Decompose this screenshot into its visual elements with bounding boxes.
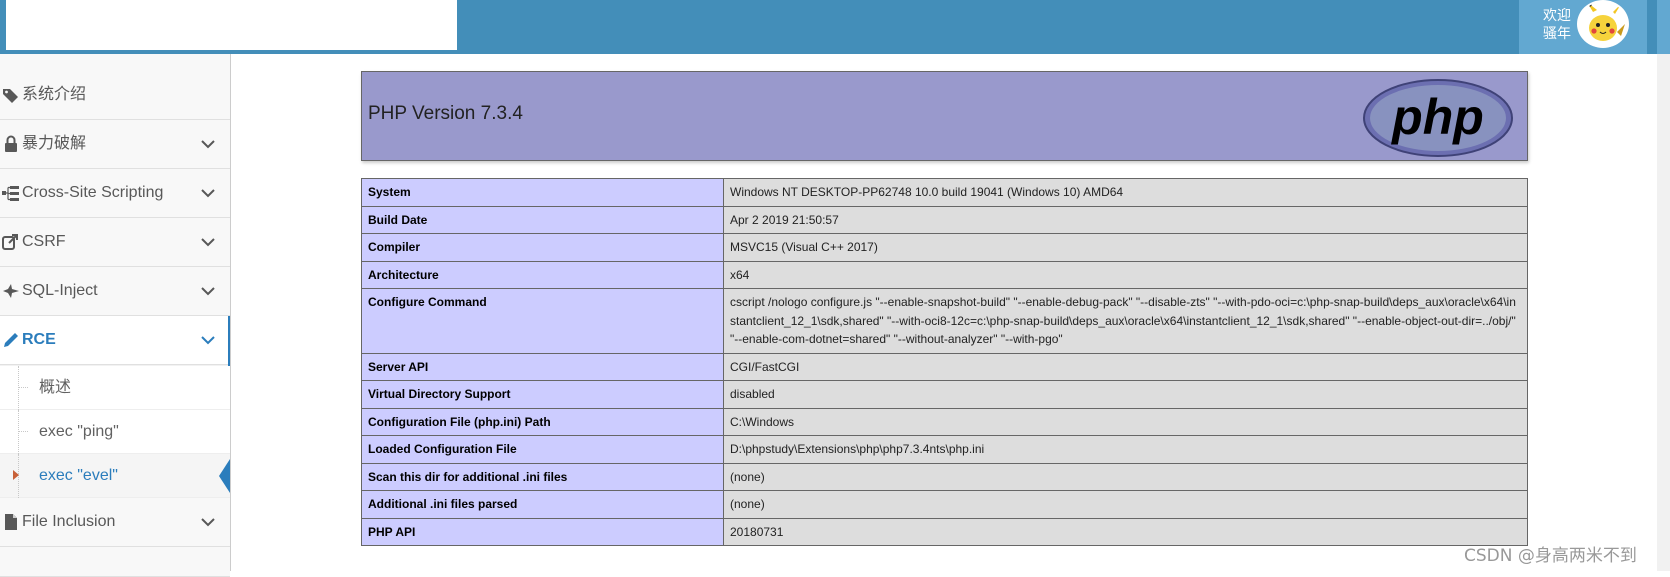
table-row: Compiler MSVC15 (Visual C++ 2017) — [361, 233, 1528, 262]
table-row: Build Date Apr 2 2019 21:50:57 — [361, 205, 1528, 234]
pencil-icon — [2, 331, 20, 349]
sidebar-item-label: Cross-Site Scripting — [22, 184, 164, 201]
sidebar-subitem-label: exec "ping" — [39, 423, 119, 440]
sidebar: 系统介绍 暴力破解 Cross-Site Scripting CSRF SQL-… — [0, 54, 231, 577]
chevron-down-icon — [200, 136, 216, 152]
sidebar-item-label: CSRF — [22, 233, 66, 250]
sidebar-item-file-inclusion[interactable]: File Inclusion — [0, 498, 230, 547]
chevron-down-icon — [200, 185, 216, 201]
config-value: (none) — [723, 490, 1528, 519]
sidebar-subitem-exec-evel[interactable]: exec "evel" — [0, 454, 230, 498]
config-key: Build Date — [361, 205, 724, 234]
sidebar-top-strip — [0, 54, 230, 72]
lock-icon — [2, 135, 20, 153]
phpinfo-header: PHP Version 7.3.4 php — [361, 71, 1528, 161]
config-key: Additional .ini files parsed — [361, 490, 724, 519]
tree-tick — [18, 387, 28, 388]
sidebar-subitem-label: 概述 — [39, 379, 72, 396]
sidebar-item-label: File Inclusion — [22, 513, 116, 530]
table-row: System Windows NT DESKTOP-PP62748 10.0 bu… — [361, 178, 1528, 207]
tags-icon — [2, 86, 20, 104]
config-value: x64 — [723, 260, 1528, 289]
config-key: Compiler — [361, 233, 724, 262]
sidebar-item-rce[interactable]: RCE — [0, 316, 230, 366]
caret-right-icon — [13, 470, 19, 480]
header-scroll-strip — [1657, 0, 1670, 54]
fighter-jet-icon — [2, 282, 20, 300]
sidebar-item-sql-inject[interactable]: SQL-Inject — [0, 267, 230, 316]
config-value: C:\Windows — [723, 407, 1528, 436]
sidebar-item-label: SQL-Inject — [22, 282, 98, 299]
table-row: Configure Command cscript /nologo configu… — [361, 288, 1528, 354]
sidebar-item-label: 暴力破解 — [22, 135, 87, 152]
php-logo-icon: php — [1362, 78, 1514, 158]
sitemap-icon — [2, 184, 20, 202]
username: 骚年 — [1543, 25, 1571, 41]
config-key: System — [361, 178, 724, 207]
sidebar-item-label: RCE — [22, 331, 56, 348]
sidebar-item-next[interactable] — [0, 547, 230, 577]
table-row: Architecture x64 — [361, 260, 1528, 289]
config-value: CGI/FastCGI — [723, 352, 1528, 381]
config-key: Loaded Configuration File — [361, 435, 724, 464]
config-value: cscript /nologo configure.js "--enable-s… — [723, 288, 1528, 354]
chevron-down-icon — [200, 283, 216, 299]
table-row: Server API CGI/FastCGI — [361, 352, 1528, 381]
sidebar-item-label: 系统介绍 — [22, 86, 87, 103]
config-key: PHP API — [361, 517, 724, 546]
pikachu-avatar-icon — [1579, 2, 1627, 46]
table-row: Additional .ini files parsed (none) — [361, 490, 1528, 519]
config-value: D:\phpstudy\Extensions\php\php7.3.4nts\p… — [723, 435, 1528, 464]
main-content: PHP Version 7.3.4 php System Windows NT D… — [231, 54, 1657, 571]
table-row: Scan this dir for additional .ini files(… — [361, 462, 1528, 491]
sidebar-subitem-label: exec "evel" — [39, 467, 118, 484]
config-key: Architecture — [361, 260, 724, 289]
table-row: Configuration File (php.ini) Path C:\Wind… — [361, 407, 1528, 436]
file-icon — [2, 513, 20, 531]
tree-tick — [18, 431, 28, 432]
sidebar-item-brute-force[interactable]: 暴力破解 — [0, 120, 230, 169]
page-title: PHP Version 7.3.4 — [368, 103, 523, 124]
chevron-down-icon — [200, 234, 216, 250]
share-icon — [2, 233, 20, 251]
config-value: MSVC15 (Visual C++ 2017) — [723, 233, 1528, 262]
sidebar-item-intro[interactable]: 系统介绍 — [0, 71, 230, 120]
active-pointer-icon — [219, 459, 230, 493]
phpinfo-table: System Windows NT DESKTOP-PP62748 10.0 bu… — [361, 178, 1528, 546]
brand-logo-area[interactable] — [6, 0, 457, 50]
config-key: Configuration File (php.ini) Path — [361, 407, 724, 436]
config-value: (none) — [723, 462, 1528, 491]
config-key: Scan this dir for additional .ini files — [361, 462, 724, 491]
svg-text:php: php — [1390, 89, 1484, 145]
config-key: Configure Command — [361, 288, 724, 354]
watermark: CSDN @身高两米不到 — [1464, 546, 1637, 566]
tree-line — [18, 410, 20, 454]
welcome-text: 欢迎 — [1543, 7, 1571, 23]
table-row: Virtual Directory Support disabled — [361, 380, 1528, 409]
config-value: disabled — [723, 380, 1528, 409]
sidebar-item-csrf[interactable]: CSRF — [0, 218, 230, 267]
page-scrollbar[interactable] — [1657, 54, 1670, 571]
tree-line — [18, 366, 20, 410]
config-value: 20180731 — [723, 517, 1528, 546]
config-key: Virtual Directory Support — [361, 380, 724, 409]
sidebar-subitem-overview[interactable]: 概述 — [0, 366, 230, 410]
chevron-down-icon — [200, 514, 216, 530]
config-key: Server API — [361, 352, 724, 381]
sidebar-subitem-exec-ping[interactable]: exec "ping" — [0, 410, 230, 454]
user-welcome[interactable]: 欢迎 骚年 — [1543, 6, 1571, 42]
table-row: Loaded Configuration File D:\phpstudy\Ext… — [361, 435, 1528, 464]
table-row: PHP API 20180731 — [361, 517, 1528, 546]
avatar[interactable] — [1577, 0, 1629, 48]
sidebar-item-xss[interactable]: Cross-Site Scripting — [0, 169, 230, 218]
config-value: Windows NT DESKTOP-PP62748 10.0 build 19… — [723, 178, 1528, 207]
top-navbar: 欢迎 骚年 — [0, 0, 1670, 54]
chevron-down-icon — [200, 332, 216, 348]
config-value: Apr 2 2019 21:50:57 — [723, 205, 1528, 234]
